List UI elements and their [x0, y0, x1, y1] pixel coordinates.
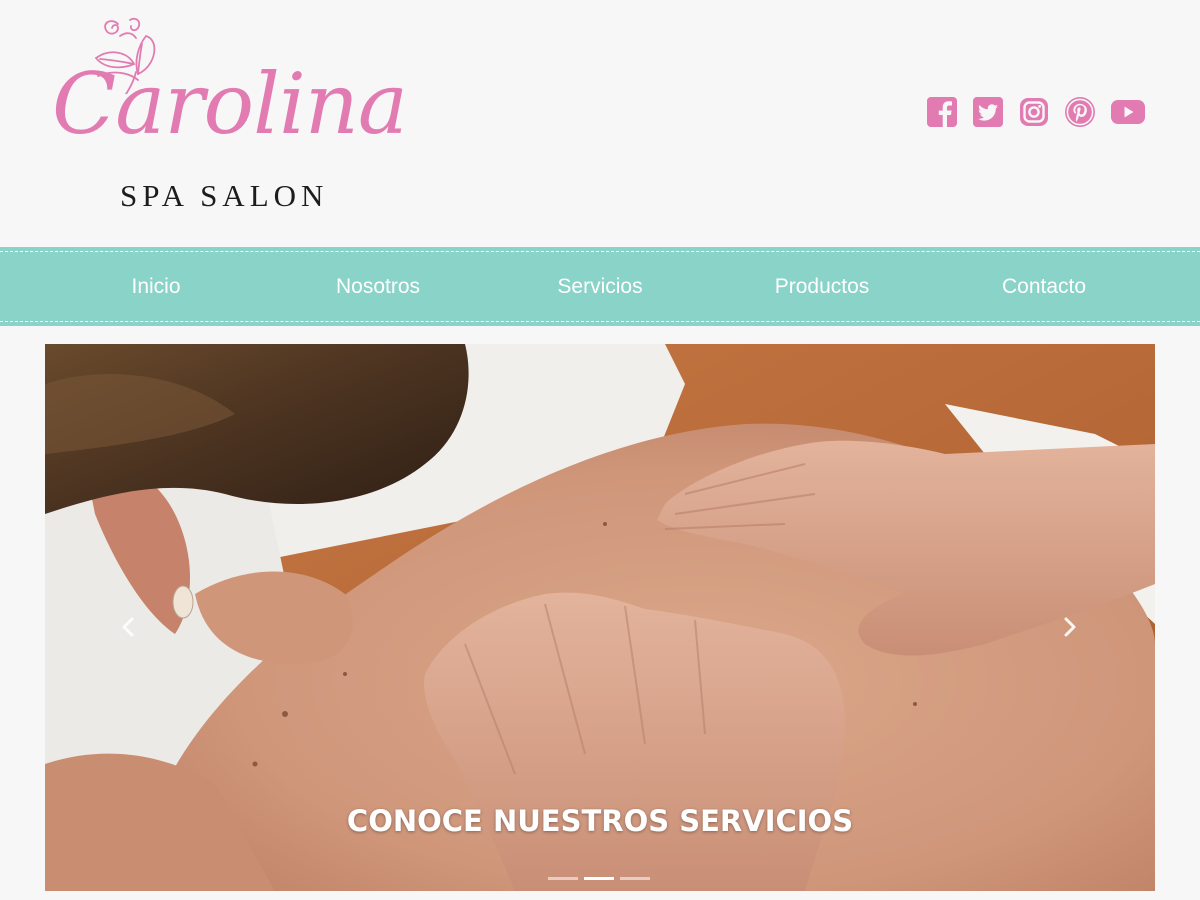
- social-links: [926, 94, 1146, 130]
- site-header: Carolina SPA SALON: [0, 0, 1200, 246]
- brand-subtitle: SPA SALON: [120, 178, 329, 213]
- brand-name: Carolina: [52, 55, 408, 153]
- carousel-indicators: [548, 877, 650, 880]
- pinterest-icon[interactable]: [1064, 96, 1096, 128]
- nav-item-inicio[interactable]: Inicio: [45, 247, 267, 326]
- instagram-icon[interactable]: [1018, 96, 1050, 128]
- chevron-left-icon[interactable]: [118, 612, 138, 642]
- nav-menu: Inicio Nosotros Servicios Productos Cont…: [45, 247, 1155, 326]
- carousel-indicator-active[interactable]: [584, 877, 614, 880]
- youtube-icon[interactable]: [1110, 96, 1146, 128]
- twitter-icon[interactable]: [972, 96, 1004, 128]
- carousel-indicator[interactable]: [548, 877, 578, 880]
- main-nav: Inicio Nosotros Servicios Productos Cont…: [0, 247, 1200, 326]
- carousel-caption: CONOCE NUESTROS SERVICIOS: [346, 804, 854, 838]
- nav-item-servicios[interactable]: Servicios: [489, 247, 711, 326]
- chevron-right-icon[interactable]: [1060, 612, 1080, 642]
- facebook-icon[interactable]: [926, 96, 958, 128]
- logo[interactable]: Carolina SPA SALON: [50, 12, 408, 222]
- nav-item-productos[interactable]: Productos: [711, 247, 933, 326]
- nav-item-nosotros[interactable]: Nosotros: [267, 247, 489, 326]
- nav-dashed-border-bottom: [0, 321, 1200, 322]
- nav-item-contacto[interactable]: Contacto: [933, 247, 1155, 326]
- carousel-indicator[interactable]: [620, 877, 650, 880]
